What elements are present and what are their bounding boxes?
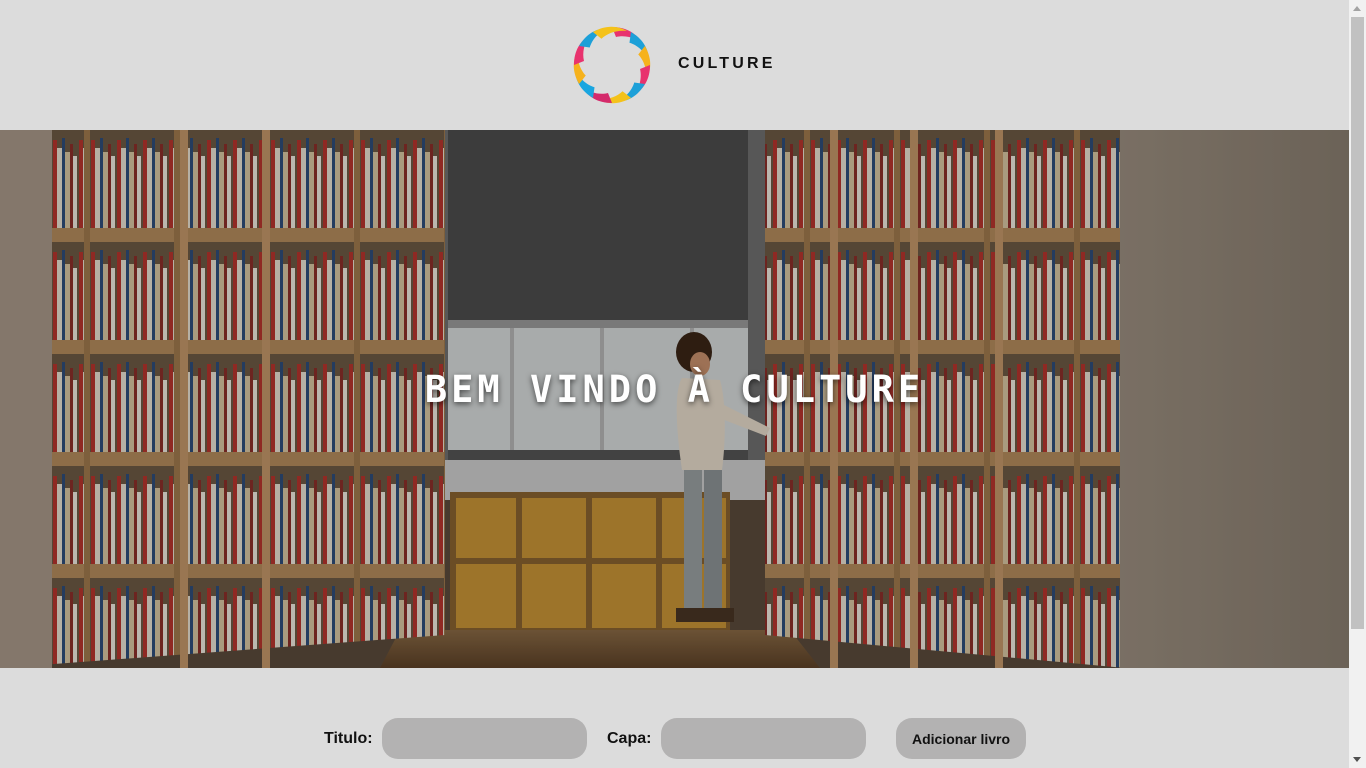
add-book-form: Titulo: Capa: Adicionar livro	[0, 718, 1349, 768]
add-book-button[interactable]: Adicionar livro	[896, 718, 1026, 759]
culture-logo	[573, 26, 651, 104]
titulo-input[interactable]	[382, 718, 587, 759]
scroll-down-arrow-icon[interactable]	[1349, 751, 1366, 768]
capa-input[interactable]	[661, 718, 866, 759]
library-photo	[0, 130, 1349, 668]
vertical-scrollbar[interactable]	[1349, 0, 1366, 768]
scroll-up-arrow-icon[interactable]	[1349, 0, 1366, 17]
capa-label: Capa:	[607, 730, 652, 747]
hero-banner	[0, 130, 1349, 668]
brand-name: CULTURE	[678, 55, 776, 72]
header: CULTURE	[0, 0, 1349, 130]
page: CULTURE BEM VINDO À CULTURE Titulo: Capa…	[0, 0, 1349, 768]
titulo-label: Titulo:	[324, 730, 373, 747]
scroll-thumb[interactable]	[1351, 17, 1364, 629]
